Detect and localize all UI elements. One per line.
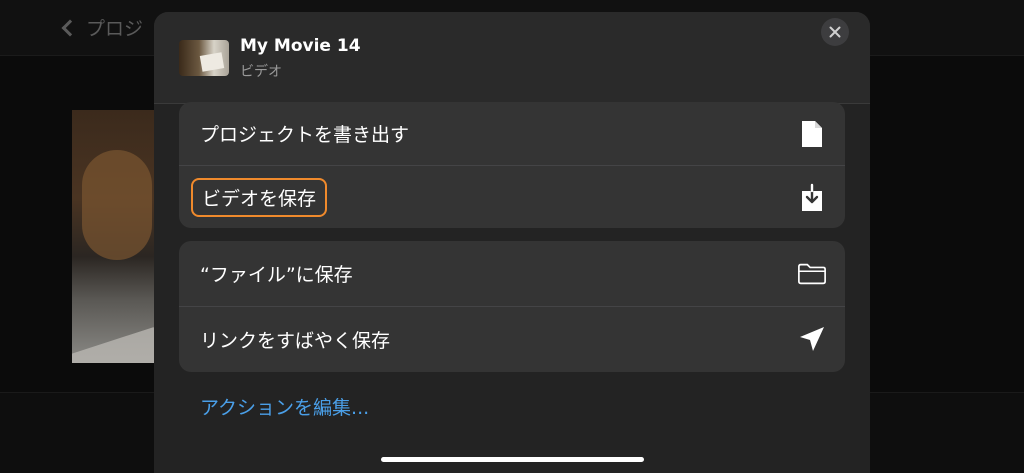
save-to-files-label: “ファイル”に保存 xyxy=(200,264,353,286)
close-button[interactable] xyxy=(821,18,849,46)
document-icon xyxy=(797,119,827,149)
screen: プロジ My Movie 14 ビデオ プロジェクトを書き出す ビデオを保存 “… xyxy=(0,0,1024,473)
home-indicator[interactable] xyxy=(381,457,644,462)
chevron-left-icon xyxy=(61,19,79,36)
close-icon xyxy=(829,26,841,38)
export-project-label: プロジェクトを書き出す xyxy=(200,124,410,146)
share-sheet: My Movie 14 ビデオ プロジェクトを書き出す ビデオを保存 “ファイル… xyxy=(154,12,870,473)
send-icon xyxy=(797,324,827,354)
back-button[interactable]: プロジ xyxy=(61,14,144,41)
export-project-row[interactable]: プロジェクトを書き出す xyxy=(179,102,845,165)
download-icon xyxy=(797,182,827,212)
save-video-label: ビデオを保存 xyxy=(191,177,328,217)
action-group-primary: プロジェクトを書き出す ビデオを保存 xyxy=(179,102,845,228)
save-video-row[interactable]: ビデオを保存 xyxy=(179,165,845,228)
action-group-secondary: “ファイル”に保存 リンクをすばやく保存 xyxy=(179,241,845,372)
save-to-files-row[interactable]: “ファイル”に保存 xyxy=(179,241,845,306)
movie-title: My Movie 14 xyxy=(240,36,361,56)
movie-subtitle: ビデオ xyxy=(240,64,282,80)
back-button-label: プロジ xyxy=(86,18,144,40)
share-sheet-header: My Movie 14 ビデオ xyxy=(154,12,870,104)
folder-icon xyxy=(797,259,827,289)
movie-thumbnail xyxy=(179,40,229,76)
quick-save-link-row[interactable]: リンクをすばやく保存 xyxy=(179,306,845,371)
edit-actions-link[interactable]: アクションを編集... xyxy=(200,393,369,420)
quick-save-link-label: リンクをすばやく保存 xyxy=(200,329,391,352)
background-video-thumbnail xyxy=(72,110,162,363)
